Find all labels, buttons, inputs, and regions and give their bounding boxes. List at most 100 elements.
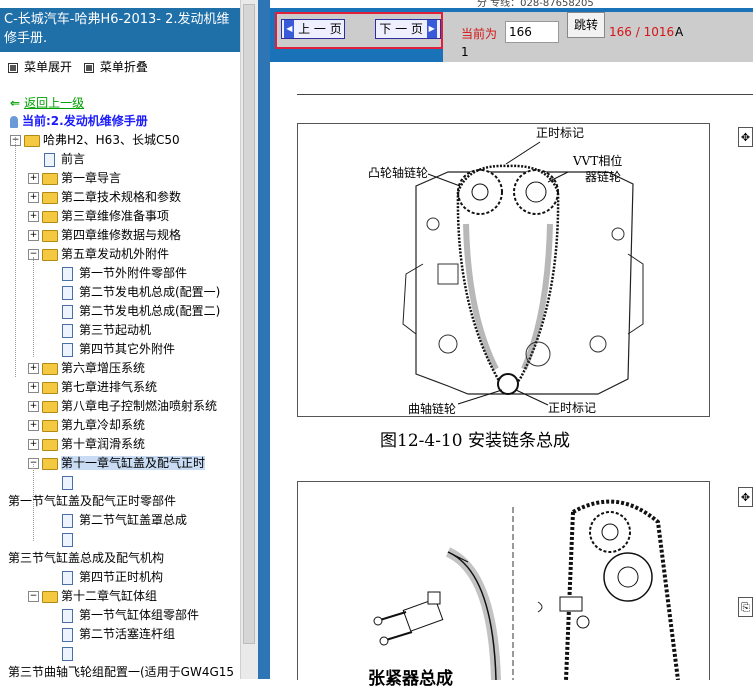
tree-item-label: 第四章维修数据与规格 — [61, 228, 182, 242]
document-icon — [62, 323, 73, 338]
tree-item-label: 第十一章气缸盖及配气正时 — [61, 456, 206, 470]
document-icon — [62, 570, 73, 585]
tree-folder[interactable]: − 哈弗H2、H63、长城C50 — [10, 131, 180, 150]
folder-icon — [42, 590, 58, 603]
tree-item-label: 第五章发动机外附件 — [61, 247, 170, 261]
tree-doc[interactable]: 第二节活塞连杆组 — [62, 625, 175, 644]
tree-item-label: 第二节发电机总成(配置二) — [79, 304, 221, 318]
expand-plus-icon[interactable]: + — [28, 173, 39, 184]
tensioner-diagram — [373, 499, 680, 680]
folder-icon — [42, 362, 58, 375]
folder-icon — [42, 172, 58, 185]
menu-expand-button[interactable]: 菜单展开 — [8, 60, 72, 74]
expand-plus-icon[interactable]: + — [28, 420, 39, 431]
tree-doc[interactable]: 第四节其它外附件 — [62, 340, 175, 359]
tree-folder[interactable]: − 第十一章气缸盖及配气正时 — [28, 454, 206, 473]
tree-item-label: 前言 — [61, 152, 86, 166]
tree-text[interactable]: 第三节曲轴飞轮组配置一(适用于GW4G15 — [8, 663, 234, 679]
figure-caption: 图12-4-10 安装链条总成 — [380, 431, 570, 451]
tree-folder[interactable]: + 第六章增压系统 — [28, 359, 145, 378]
expand-plus-icon[interactable]: + — [28, 401, 39, 412]
tree-item-label: 第七章进排气系统 — [61, 380, 158, 394]
document-icon — [62, 532, 73, 547]
prev-page-button[interactable]: ◀ 上 一 页 — [281, 19, 345, 39]
expand-plus-icon[interactable]: + — [28, 382, 39, 393]
tree-item-label: 第一章导言 — [61, 171, 122, 185]
tree-doc[interactable] — [62, 644, 79, 663]
tree-doc[interactable]: 第一节气缸体组零部件 — [62, 606, 199, 625]
tree-guide-line — [15, 137, 16, 377]
expand-plus-icon[interactable]: + — [28, 363, 39, 374]
tree-item-label: 第三节气缸盖总成及配气机构 — [8, 551, 165, 565]
left-scrollbar[interactable] — [240, 0, 258, 679]
tree-folder[interactable]: + 第三章维修准备事项 — [28, 207, 169, 226]
expand-plus-icon[interactable]: + — [28, 192, 39, 203]
expand-icon[interactable]: ✥ — [738, 487, 753, 507]
tree-folder[interactable]: + 第二章技术规格和参数 — [28, 188, 181, 207]
current-page-label: 当前为 — [461, 27, 498, 41]
tree-item-label: 第一节气缸体组零部件 — [79, 608, 200, 622]
expand-icon[interactable]: ✥ — [738, 127, 753, 147]
folder-icon — [42, 400, 58, 413]
tree-item-label: 第六章增压系统 — [61, 361, 146, 375]
document-icon — [44, 152, 55, 167]
tree-guide-line — [33, 461, 34, 541]
expand-plus-icon[interactable]: + — [28, 439, 39, 450]
tree-doc[interactable]: 第二节发电机总成(配置二) — [62, 302, 220, 321]
document-icon — [62, 342, 73, 357]
tree-item-label: 第二章技术规格和参数 — [61, 190, 182, 204]
arrow-left-icon: ◀ — [284, 20, 295, 38]
label-cam-sprocket: 凸轮轴链轮 — [368, 166, 429, 180]
tree-doc[interactable]: 第三节起动机 — [62, 321, 151, 340]
right-panel: 分 专线：028-87658205 ◀ 上 一 页 下 一 页 ▶ 当前为 跳转… — [270, 0, 753, 689]
tree-item-label: 第三章维修准备事项 — [61, 209, 170, 223]
scroll-thumb[interactable] — [243, 4, 255, 644]
tree-item-label: 第四节正时机构 — [79, 570, 164, 584]
label-vvt: VVT相位 — [573, 154, 623, 168]
tree-item-label: 第二节发电机总成(配置一) — [79, 285, 221, 299]
folder-icon — [42, 381, 58, 394]
tree-folder[interactable]: + 第七章进排气系统 — [28, 378, 157, 397]
tree-item-label: 第九章冷却系统 — [61, 418, 146, 432]
engine-timing-diagram — [402, 141, 644, 406]
tree-doc[interactable]: 前言 — [44, 150, 85, 169]
menu-row: 菜单展开 菜单折叠 — [8, 58, 156, 75]
tree-doc[interactable] — [62, 473, 79, 492]
tree-doc[interactable]: 第四节正时机构 — [62, 568, 163, 587]
expand-plus-icon[interactable]: + — [28, 230, 39, 241]
jump-button[interactable]: 跳转 — [567, 12, 605, 38]
panel-divider[interactable] — [258, 0, 270, 679]
square-icon — [83, 62, 94, 73]
tree-text[interactable]: 第三节气缸盖总成及配气机构 — [8, 549, 164, 568]
page-icon[interactable]: ⎘ — [738, 597, 753, 617]
tree-guide-line — [33, 257, 34, 357]
tree-folder[interactable]: + 第一章导言 — [28, 169, 121, 188]
page-number-input[interactable] — [505, 21, 559, 43]
tree-folder[interactable]: − 第五章发动机外附件 — [28, 245, 169, 264]
page-nav-box: ◀ 上 一 页 下 一 页 ▶ — [275, 12, 443, 49]
tree-folder[interactable]: + 第八章电子控制燃油喷射系统 — [28, 397, 217, 416]
tree-doc[interactable]: 第二节发电机总成(配置一) — [62, 283, 220, 302]
collapse-minus-icon[interactable]: − — [28, 591, 39, 602]
tree-item-label: 第十二章气缸体组 — [61, 589, 158, 603]
current-location: 当前:2.发动机维修手册 — [10, 112, 148, 129]
back-link[interactable]: ⇐ 返回上一级 — [10, 94, 84, 111]
tree-doc[interactable]: 第二节气缸盖罩总成 — [62, 511, 187, 530]
tree-folder[interactable]: + 第四章维修数据与规格 — [28, 226, 181, 245]
document-title: C-长城汽车-哈弗H6-2013- 2.发动机维修手册. — [0, 8, 240, 52]
next-page-button[interactable]: 下 一 页 ▶ — [375, 19, 441, 39]
figure-chain-assembly: 正时标记 凸轮轴链轮 VVT相位 器链轮 曲轴链轮 正时标记 — [297, 123, 710, 417]
tree-doc[interactable] — [62, 530, 79, 549]
tree-folder[interactable]: + 第九章冷却系统 — [28, 416, 145, 435]
folder-icon — [24, 134, 40, 147]
figure-tensioner: 张紧器总成 — [297, 481, 710, 689]
tree-folder[interactable]: + 第十章润滑系统 — [28, 435, 145, 454]
expand-plus-icon[interactable]: + — [28, 211, 39, 222]
menu-collapse-button[interactable]: 菜单折叠 — [83, 60, 148, 74]
document-icon — [62, 304, 73, 319]
tree-folder[interactable]: − 第十二章气缸体组 — [28, 587, 157, 606]
goto-area: 当前为 跳转 166 / 1016 A 1 — [443, 12, 753, 62]
tree-doc[interactable]: 第一节外附件零部件 — [62, 264, 187, 283]
document-icon — [62, 646, 73, 661]
folder-icon — [42, 457, 58, 470]
